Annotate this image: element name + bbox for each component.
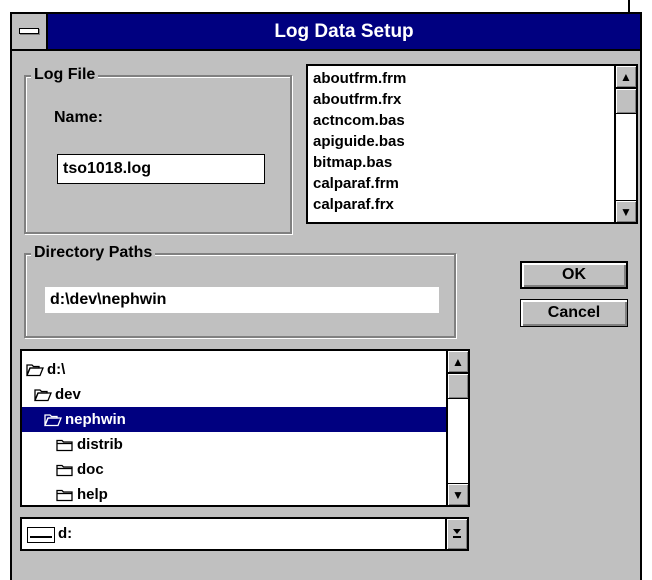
log-data-setup-dialog: Log Data Setup Log File Name: tso1018.lo… [10,12,642,580]
scroll-down-arrow-icon[interactable]: ▼ [448,483,468,505]
file-list-items: aboutfrm.frm aboutfrm.frx actncom.bas apigu… [308,68,614,222]
cancel-button[interactable]: Cancel [520,299,628,327]
scroll-down-arrow-icon[interactable]: ▼ [616,200,636,222]
file-list-item[interactable]: calparaf.frx [308,194,614,215]
directory-tree-item[interactable]: dev [22,382,446,407]
file-list-scrollbar[interactable]: ▲ ▼ [614,66,636,222]
file-list-item[interactable]: aboutfrm.frm [308,68,614,89]
dropdown-arrow-icon[interactable] [445,519,467,549]
directory-tree-item-label: dev [55,386,81,403]
directory-paths-group: Directory Paths d:\dev\nephwin [24,243,456,338]
directory-tree-item[interactable]: distrib [22,432,446,457]
drive-selector[interactable]: d: [20,517,469,551]
directory-tree-item-label: help [77,486,108,503]
scroll-up-arrow-icon[interactable]: ▲ [616,66,636,88]
directory-tree-item[interactable]: nephwin [22,407,446,432]
directory-tree-item-label: doc [77,461,104,478]
open-folder-icon [26,363,44,377]
window-edge [628,0,630,14]
directory-tree-scrollbar[interactable]: ▲ ▼ [446,351,468,505]
closed-folder-icon [56,488,74,502]
scroll-up-arrow-icon[interactable]: ▲ [448,351,468,373]
log-file-group-label: Log File [31,65,99,85]
directory-tree-item-label: distrib [77,436,123,453]
directory-tree-item-label: nephwin [65,411,126,428]
open-folder-icon [34,388,52,402]
closed-folder-icon [56,463,74,477]
file-list-item[interactable]: aboutfrm.frx [308,89,614,110]
scroll-thumb[interactable] [616,88,636,114]
title-bar[interactable]: Log Data Setup [12,14,640,51]
file-list-item[interactable]: calparaf.frm [308,173,614,194]
name-label: Name: [54,109,103,126]
scroll-thumb[interactable] [448,373,468,399]
log-file-group: Log File Name: tso1018.log [24,65,292,234]
directory-tree-item-label: d:\ [47,361,66,378]
open-folder-icon [44,413,62,427]
ok-button[interactable]: OK [520,261,628,289]
log-name-input[interactable]: tso1018.log [57,154,265,184]
file-list-item[interactable]: bitmap.bas [308,152,614,173]
drive-value: d: [58,525,73,542]
file-list[interactable]: aboutfrm.frm aboutfrm.frx actncom.bas apigu… [306,64,638,224]
directory-tree-list[interactable]: d:\ dev nephwin distrib doc help ▲ ▼ [20,349,470,507]
directory-paths-group-label: Directory Paths [31,243,156,263]
window-title: Log Data Setup [274,21,414,42]
file-list-item[interactable]: apiguide.bas [308,131,614,152]
directory-tree-item[interactable]: help [22,482,446,505]
directory-tree-item[interactable]: d:\ [22,357,446,382]
directory-path-field[interactable]: d:\dev\nephwin [45,287,439,313]
directory-tree-items: d:\ dev nephwin distrib doc help [22,357,446,505]
system-menu-icon [19,28,39,34]
file-list-item[interactable]: actncom.bas [308,110,614,131]
closed-folder-icon [56,438,74,452]
directory-tree-item[interactable]: doc [22,457,446,482]
system-menu-button[interactable] [12,14,48,49]
drive-icon [27,527,55,543]
